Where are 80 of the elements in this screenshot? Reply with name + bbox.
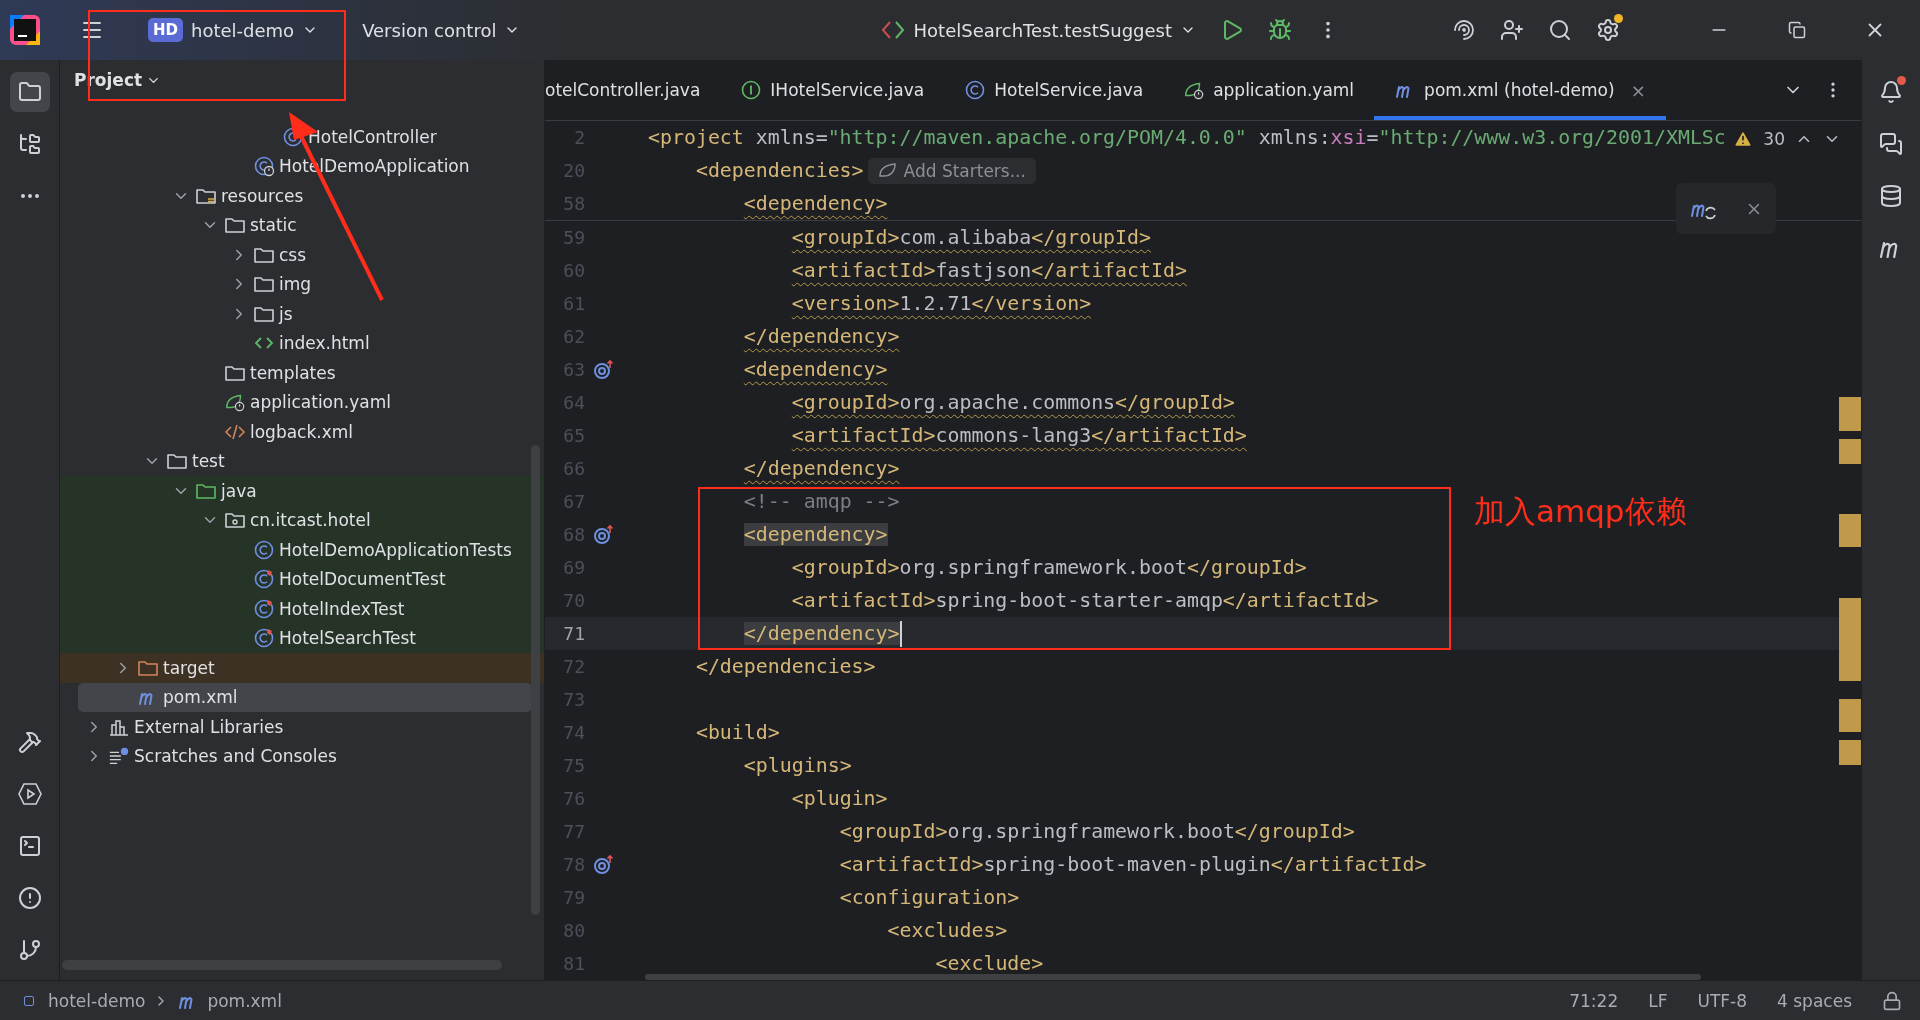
code-line: <groupId>org.apache.commons</groupId> — [791, 391, 1235, 414]
breadcrumb[interactable]: hotel-demo — [48, 990, 146, 1011]
test-class-icon — [253, 597, 275, 620]
code-line: <plugins> — [743, 754, 852, 777]
code-line: <artifactId>fastjson</artifactId> — [791, 259, 1187, 282]
tree-item[interactable]: js — [78, 299, 532, 329]
editor-tab[interactable]: otelController.java — [545, 60, 721, 120]
run-configuration[interactable]: HotelSearchTest.testSuggest — [871, 13, 1204, 47]
warning-marker[interactable] — [1839, 699, 1861, 732]
code-line: <artifactId>spring-boot-maven-plugin</artifactId> — [839, 853, 1427, 876]
code-line: <dependency> — [743, 192, 888, 215]
test-class-icon — [253, 627, 275, 650]
interface-icon — [740, 79, 763, 101]
warning-marker[interactable] — [1839, 598, 1861, 681]
folder-icon[interactable] — [9, 72, 50, 112]
code-line: </dependency> — [743, 325, 900, 348]
override-icon[interactable] — [593, 358, 615, 381]
code-line: <version>1.2.71</version> — [791, 292, 1092, 315]
tree-item[interactable]: Scratches and Consoles — [78, 741, 532, 771]
warning-marker[interactable] — [1839, 514, 1861, 547]
caret-position[interactable]: 71:22 — [1569, 990, 1619, 1011]
app-logo[interactable] — [10, 15, 40, 45]
warning-count[interactable]: 30 — [1763, 129, 1785, 149]
class-icon — [964, 79, 987, 101]
file-encoding[interactable]: UTF-8 — [1697, 990, 1748, 1011]
editor-tab[interactable]: IHotelService.java — [720, 60, 945, 120]
code-line: <dependencies> — [695, 159, 864, 182]
code-line: <artifactId>commons-lang3</artifactId> — [791, 424, 1247, 447]
tree-item[interactable]: index.html — [78, 328, 532, 358]
override-icon[interactable] — [593, 523, 615, 546]
code-line: <exclude> — [935, 952, 1044, 975]
class-icon — [253, 538, 275, 561]
scrollbar-thumb[interactable] — [531, 445, 540, 915]
code-line: <dependency> — [743, 358, 888, 381]
project-selector[interactable]: HD hotel-demo — [140, 12, 327, 48]
indent-setting[interactable]: 4 spaces — [1777, 990, 1852, 1011]
line-number: 71 — [562, 623, 585, 644]
override-icon[interactable] — [593, 853, 615, 876]
code-line: </dependencies> — [695, 655, 876, 678]
code-line: <groupId>com.alibaba</groupId> — [791, 226, 1152, 249]
tree-item[interactable]: css — [78, 240, 532, 270]
warning-marker[interactable] — [1839, 740, 1861, 765]
text-cursor — [899, 620, 902, 647]
breadcrumb[interactable]: pom.xml — [207, 990, 282, 1011]
tree-item[interactable]: application.yaml — [78, 387, 532, 417]
code-line: </dependency> — [743, 457, 900, 480]
code-line: <groupId>org.springframework.boot</groupId> — [839, 820, 1355, 843]
add-starters-button[interactable]: Add Starters... — [867, 157, 1036, 184]
warning-icon[interactable] — [1733, 129, 1754, 149]
tree-item[interactable]: logback.xml — [78, 417, 532, 447]
code-line: <configuration> — [839, 886, 1020, 909]
code-line: <plugin> — [791, 787, 888, 810]
tree-item[interactable]: static — [78, 210, 532, 240]
line-separator[interactable]: LF — [1648, 990, 1668, 1011]
tree-item[interactable]: External Libraries — [78, 712, 532, 742]
editor-tab[interactable]: application.yaml — [1163, 60, 1375, 120]
code-line: <build> — [695, 721, 780, 744]
code-line: <artifactId>spring-boot-starter-amqp</artifactId> — [791, 589, 1379, 612]
tree-item[interactable]: img — [78, 269, 532, 299]
test-class-icon — [253, 568, 275, 591]
code-line: <groupId>org.springframework.boot</groupId> — [791, 556, 1307, 579]
tree-item[interactable]: templates — [78, 358, 532, 388]
code-line: <project xmlns="http://maven.apache.org/POM/4.0.0" xmlns:xsi="http://www.w3.org/2001/XMLSc — [648, 126, 1726, 149]
tree-item[interactable]: test — [78, 446, 532, 476]
editor-tab[interactable]: pom.xml (hotel-demo) × — [1374, 60, 1666, 120]
class-icon — [253, 155, 275, 178]
leaf-icon — [877, 161, 898, 180]
annotation-note: 加入amqp依赖 — [1474, 492, 1687, 531]
warning-marker[interactable] — [1839, 439, 1861, 464]
tree-item[interactable]: pom.xml — [78, 682, 532, 712]
tree-item[interactable]: resources — [78, 181, 532, 211]
lock-icon[interactable] — [1882, 990, 1902, 1011]
scrollbar-thumb[interactable] — [645, 974, 1701, 980]
code-line: <excludes> — [887, 919, 1008, 942]
warning-marker[interactable] — [1839, 397, 1861, 431]
code-line: <!-- amqp --> — [743, 490, 900, 513]
vcs-menu[interactable]: Version control — [354, 13, 529, 47]
test-config-icon — [879, 19, 906, 41]
editor-tab[interactable]: HotelService.java — [944, 60, 1164, 120]
close-icon[interactable]: × — [1630, 79, 1646, 101]
